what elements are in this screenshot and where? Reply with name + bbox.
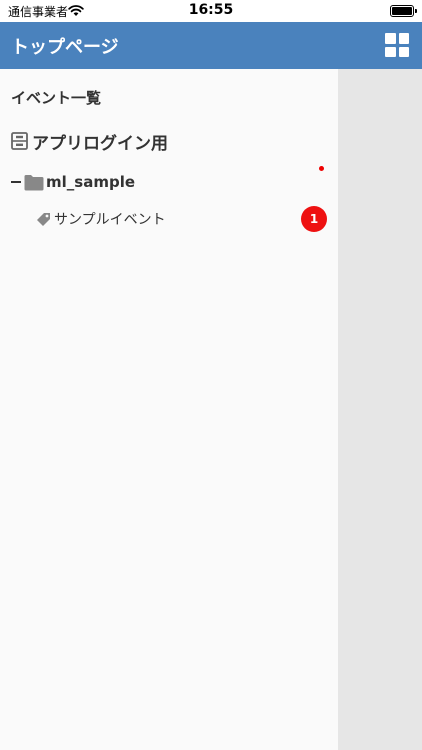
navigation-bar: トップページ <box>0 22 422 69</box>
battery-icon <box>390 5 414 17</box>
notification-dot <box>319 166 324 171</box>
folder-item[interactable]: ml_sample <box>11 171 135 193</box>
drawer-title: イベント一覧 <box>11 89 102 107</box>
status-time: 16:55 <box>188 2 234 18</box>
folder-icon <box>24 174 44 190</box>
folder-item-label: ml_sample <box>46 173 136 191</box>
status-bar: 通信事業者 16:55 <box>0 0 422 22</box>
tag-icon <box>37 212 50 226</box>
event-item-label: サンプルイベント <box>54 212 166 228</box>
event-item[interactable]: サンプルイベント <box>36 208 166 230</box>
unread-badge: 1 <box>301 206 327 232</box>
login-item[interactable]: アプリログイン用 <box>11 129 168 154</box>
login-item-label: アプリログイン用 <box>32 133 168 154</box>
collapse-minus-icon[interactable] <box>11 181 21 183</box>
page-title: トップページ <box>11 37 119 58</box>
grid-menu-icon[interactable] <box>385 33 409 57</box>
battery-tip <box>415 9 417 13</box>
cabinet-icon <box>11 132 28 150</box>
side-drawer: イベント一覧 アプリログイン用 ml_sample サンプルイベント 1 <box>0 69 338 750</box>
